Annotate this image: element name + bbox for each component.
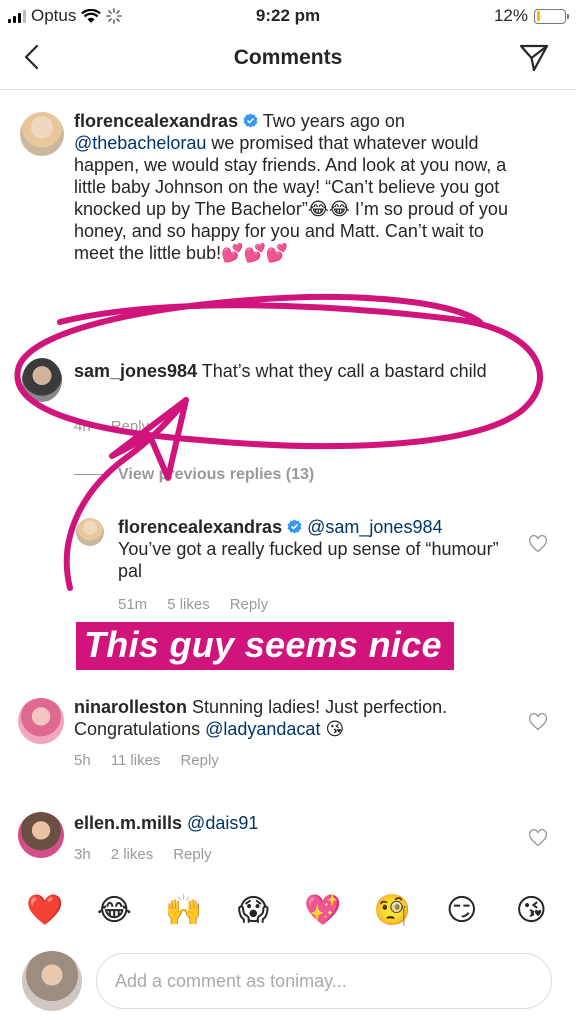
comment-mention[interactable]: @ladyandacat bbox=[205, 719, 320, 739]
comment-body: florencealexandras @sam_jones984 You’ve … bbox=[118, 516, 518, 582]
like-heart-icon[interactable] bbox=[528, 534, 548, 554]
view-previous-label: View previous replies (13) bbox=[118, 466, 315, 483]
emoji-button[interactable]: ❤️ bbox=[23, 893, 67, 928]
comment-meta: 51m 5 likes Reply bbox=[118, 596, 268, 613]
avatar[interactable] bbox=[18, 698, 64, 744]
battery-icon bbox=[534, 8, 569, 24]
comment-text-part: Two years ago on bbox=[258, 111, 405, 131]
status-bar: Optus 9:22 pm 12% bbox=[0, 0, 576, 30]
comment-username[interactable]: ellen.m.mills bbox=[74, 813, 182, 833]
verified-badge-icon bbox=[287, 519, 302, 534]
comment-username[interactable]: ninarolleston bbox=[74, 697, 187, 717]
comment-input[interactable] bbox=[96, 953, 552, 1009]
verified-badge-icon bbox=[243, 113, 258, 128]
emoji-button[interactable]: 😱 bbox=[231, 893, 275, 928]
comment-mention[interactable]: @sam_jones984 bbox=[307, 517, 442, 537]
reply-button[interactable]: Reply bbox=[180, 752, 218, 769]
header: Comments bbox=[0, 30, 576, 90]
battery-percent: 12% bbox=[493, 6, 528, 25]
comment-text: Two years ago on @thebachelorau we promi… bbox=[74, 111, 508, 263]
reply-button[interactable]: Reply bbox=[230, 596, 268, 613]
comment-mention[interactable]: @dais91 bbox=[182, 813, 258, 833]
emoji-button[interactable]: 🙌 bbox=[162, 893, 206, 928]
view-previous-replies-button[interactable]: View previous replies (13) bbox=[74, 466, 314, 484]
comment-username[interactable]: florencealexandras bbox=[118, 517, 282, 537]
comment-time: 5h bbox=[74, 752, 91, 769]
likes-count[interactable]: 5 likes bbox=[167, 596, 210, 613]
avatar[interactable] bbox=[18, 812, 64, 858]
avatar[interactable] bbox=[76, 518, 104, 546]
comment-body: ninarolleston Stunning ladies! Just perf… bbox=[74, 696, 514, 740]
emoji-button[interactable]: 🧐 bbox=[370, 893, 414, 928]
comment-emoji: 😘 bbox=[320, 719, 345, 739]
likes-count[interactable]: 2 likes bbox=[111, 846, 154, 863]
emoji-button[interactable]: 😘 bbox=[509, 893, 553, 928]
comment-time: 4h bbox=[74, 418, 91, 435]
comment-text: That’s what they call a bastard child bbox=[197, 361, 487, 381]
clock: 9:22 pm bbox=[255, 6, 321, 25]
comment-text: You’ve got a really fucked up sense of “… bbox=[118, 539, 499, 581]
avatar[interactable] bbox=[22, 358, 62, 402]
comment-body: ellen.m.mills @dais91 bbox=[74, 812, 514, 834]
reply-button[interactable]: Reply bbox=[173, 846, 211, 863]
annotation-caption: This guy seems nice bbox=[76, 622, 454, 670]
comment-username[interactable]: sam_jones984 bbox=[74, 361, 197, 381]
comment-mention[interactable]: @thebachelorau bbox=[74, 133, 206, 153]
comment-meta: 5h 11 likes Reply bbox=[74, 752, 219, 769]
comment-time: 51m bbox=[118, 596, 148, 613]
like-heart-icon[interactable] bbox=[528, 712, 548, 732]
quick-emoji-bar: ❤️ 😂 🙌 😱 💖 🧐 😏 😘 bbox=[0, 885, 576, 935]
comment-time: 3h bbox=[74, 846, 91, 863]
paper-plane-icon[interactable] bbox=[518, 42, 550, 74]
emoji-button[interactable]: 😏 bbox=[440, 893, 484, 928]
like-heart-icon[interactable] bbox=[528, 828, 548, 848]
emoji-button[interactable]: 😂 bbox=[92, 893, 136, 928]
comment-meta: 4h Reply bbox=[74, 418, 149, 435]
comment-body: sam_jones984 That’s what they call a bas… bbox=[74, 360, 514, 382]
page-title: Comments bbox=[233, 46, 343, 69]
comment-username[interactable]: florencealexandras bbox=[74, 111, 238, 131]
reply-button[interactable]: Reply bbox=[111, 418, 149, 435]
emoji-button[interactable]: 💖 bbox=[301, 893, 345, 928]
comment-body: florencealexandras Two years ago on @the… bbox=[74, 110, 514, 264]
avatar bbox=[22, 951, 82, 1011]
comment-input-bar bbox=[0, 945, 576, 1022]
likes-count[interactable]: 11 likes bbox=[111, 752, 161, 769]
comment-meta: 3h 2 likes Reply bbox=[74, 846, 212, 863]
avatar[interactable] bbox=[20, 112, 64, 156]
